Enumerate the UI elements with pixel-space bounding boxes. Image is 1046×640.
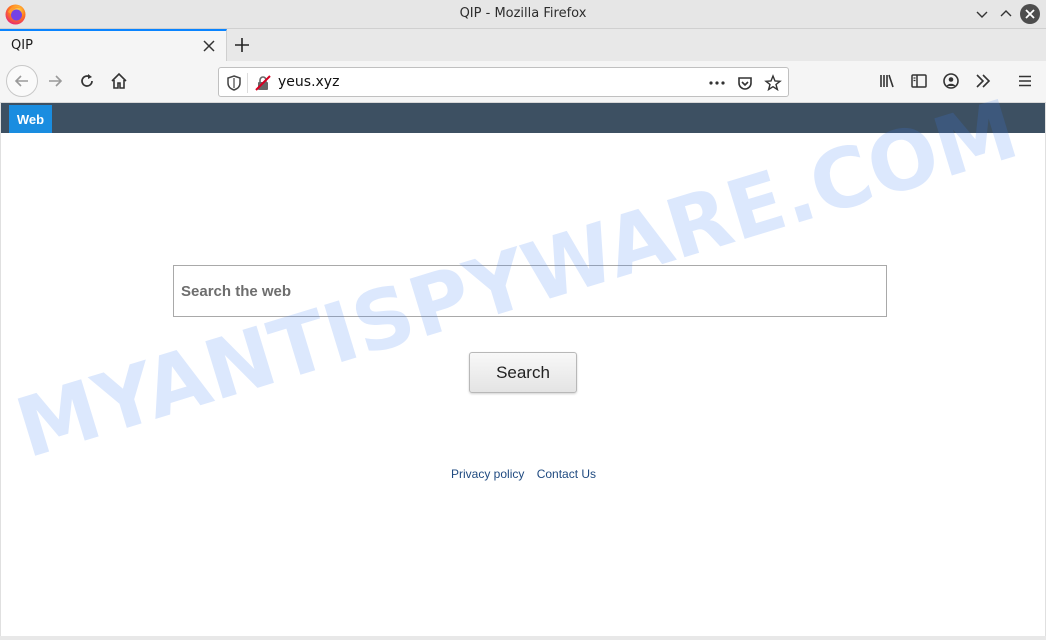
close-icon [1025, 9, 1035, 19]
menu-button[interactable] [1010, 66, 1040, 96]
search-input[interactable]: Search the web [173, 265, 887, 317]
url-text[interactable]: yeus.xyz [278, 74, 339, 90]
footer-links: Privacy policy Contact Us [451, 467, 605, 481]
search-button[interactable]: Search [469, 352, 577, 393]
back-button[interactable] [6, 65, 38, 97]
tab-title: QIP [11, 38, 33, 53]
page-content: Search the web Search Privacy policy Con… [1, 133, 1045, 636]
insecure-lock-icon[interactable] [254, 74, 272, 92]
shield-icon[interactable] [225, 74, 243, 92]
tab-strip: QIP [0, 29, 1046, 61]
sidebar-icon [911, 74, 927, 88]
privacy-policy-link[interactable]: Privacy policy [451, 467, 524, 481]
bookmark-star-icon[interactable] [764, 74, 782, 92]
window-bottom-border [0, 636, 1046, 640]
forward-button[interactable] [40, 66, 70, 96]
nav-toolbar: yeus.xyz [0, 61, 1046, 103]
search-placeholder: Search the web [181, 283, 292, 300]
window-title: QIP - Mozilla Firefox [459, 6, 587, 21]
maximize-button[interactable] [996, 4, 1016, 24]
reload-icon [81, 74, 93, 87]
browser-window: QIP - Mozilla Firefox QIP yeus.xyz Web S… [0, 0, 1046, 640]
site-nav-bar: Web [1, 103, 1046, 133]
chevron-up-icon [1000, 10, 1012, 17]
hamburger-menu-icon [1019, 75, 1031, 87]
title-bar: QIP - Mozilla Firefox [0, 0, 1046, 29]
overflow-button[interactable] [968, 66, 998, 96]
close-window-button[interactable] [1020, 4, 1040, 24]
url-separator [247, 73, 248, 93]
arrow-left-icon [14, 75, 28, 87]
window-left-border [0, 103, 1, 640]
pocket-icon[interactable] [736, 74, 754, 92]
web-tab[interactable]: Web [9, 105, 52, 133]
library-button[interactable] [872, 66, 902, 96]
double-chevron-right-icon [976, 74, 991, 88]
close-tab-icon[interactable] [202, 39, 216, 53]
reload-button[interactable] [72, 66, 102, 96]
arrow-right-icon [49, 75, 63, 87]
new-tab-icon[interactable] [233, 36, 251, 54]
url-bar[interactable]: yeus.xyz [218, 67, 789, 97]
contact-us-link[interactable]: Contact Us [537, 467, 596, 481]
account-button[interactable] [936, 66, 966, 96]
sidebar-button[interactable] [904, 66, 934, 96]
library-icon [880, 74, 894, 88]
chevron-down-icon [976, 11, 988, 18]
more-actions-icon[interactable] [708, 74, 726, 92]
tab-qip[interactable]: QIP [0, 29, 227, 61]
account-icon [943, 73, 959, 89]
minimize-button[interactable] [972, 4, 992, 24]
home-button[interactable] [104, 66, 134, 96]
home-icon [111, 72, 127, 89]
